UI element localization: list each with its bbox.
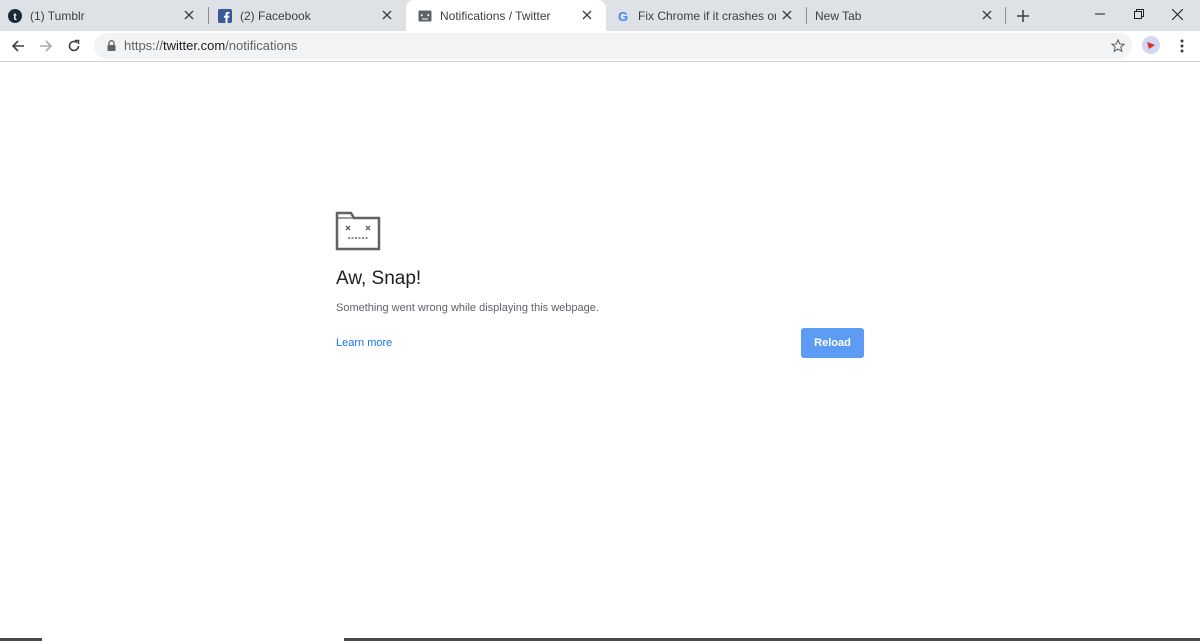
forward-button[interactable] bbox=[36, 36, 56, 56]
url-scheme: https:// bbox=[124, 38, 164, 53]
back-arrow-icon bbox=[11, 40, 24, 52]
bookmark-star-button[interactable] bbox=[1108, 36, 1128, 56]
close-tab-icon[interactable] bbox=[780, 8, 794, 22]
tab-google[interactable]: G Fix Chrome if it crashes or won't open bbox=[606, 0, 806, 31]
reload-page-button[interactable] bbox=[64, 36, 84, 56]
minimize-icon bbox=[1095, 13, 1105, 15]
more-vert-icon bbox=[1180, 39, 1184, 53]
close-tab-icon[interactable] bbox=[580, 8, 594, 22]
tab-tumblr[interactable]: t (1) Tumblr bbox=[0, 0, 208, 31]
tumblr-icon: t bbox=[8, 8, 22, 23]
new-tab-button[interactable] bbox=[1013, 6, 1033, 26]
url-host: twitter.com bbox=[163, 38, 226, 53]
avatar-icon bbox=[1147, 42, 1155, 49]
forward-arrow-icon bbox=[40, 40, 53, 52]
url-path: /notifications bbox=[225, 38, 298, 53]
reload-button[interactable]: Reload bbox=[801, 328, 864, 358]
tab-twitter[interactable]: Notifications / Twitter bbox=[406, 0, 606, 31]
address-bar[interactable]: https://twitter.com/notifications bbox=[94, 33, 1132, 59]
facebook-icon bbox=[218, 8, 232, 23]
learn-more-link[interactable]: Learn more bbox=[336, 337, 392, 349]
toolbar: https://twitter.com/notifications bbox=[0, 31, 1200, 62]
close-tab-icon[interactable] bbox=[980, 8, 994, 22]
tab-separator bbox=[1005, 7, 1006, 24]
profile-avatar[interactable] bbox=[1142, 36, 1160, 54]
error-message: Something went wrong while displaying th… bbox=[336, 302, 599, 314]
lock-icon bbox=[107, 40, 116, 51]
star-icon bbox=[1111, 39, 1125, 53]
url-text: https://twitter.com/notifications bbox=[124, 38, 297, 53]
tab-title: New Tab bbox=[815, 8, 862, 23]
plus-icon bbox=[1017, 10, 1029, 22]
close-window-button[interactable] bbox=[1154, 0, 1200, 28]
back-button[interactable] bbox=[8, 36, 28, 56]
chrome-menu-button[interactable] bbox=[1172, 36, 1192, 56]
google-icon: G bbox=[616, 9, 630, 23]
close-tab-icon[interactable] bbox=[380, 8, 394, 22]
svg-text:G: G bbox=[618, 9, 628, 23]
twitter-icon bbox=[418, 9, 432, 23]
restore-icon bbox=[1134, 9, 1144, 19]
tab-facebook[interactable]: (2) Facebook bbox=[208, 0, 406, 31]
tab-new-tab[interactable]: New Tab bbox=[806, 0, 1006, 31]
tab-title: Fix Chrome if it crashes or won't open bbox=[638, 8, 776, 23]
sad-tab-icon bbox=[335, 211, 381, 251]
refresh-icon bbox=[68, 39, 80, 52]
error-heading: Aw, Snap! bbox=[336, 268, 422, 289]
close-tab-icon[interactable] bbox=[182, 8, 196, 22]
tab-strip: t (1) Tumblr (2) Facebook Notifications … bbox=[0, 0, 1200, 31]
close-icon bbox=[1171, 8, 1183, 20]
